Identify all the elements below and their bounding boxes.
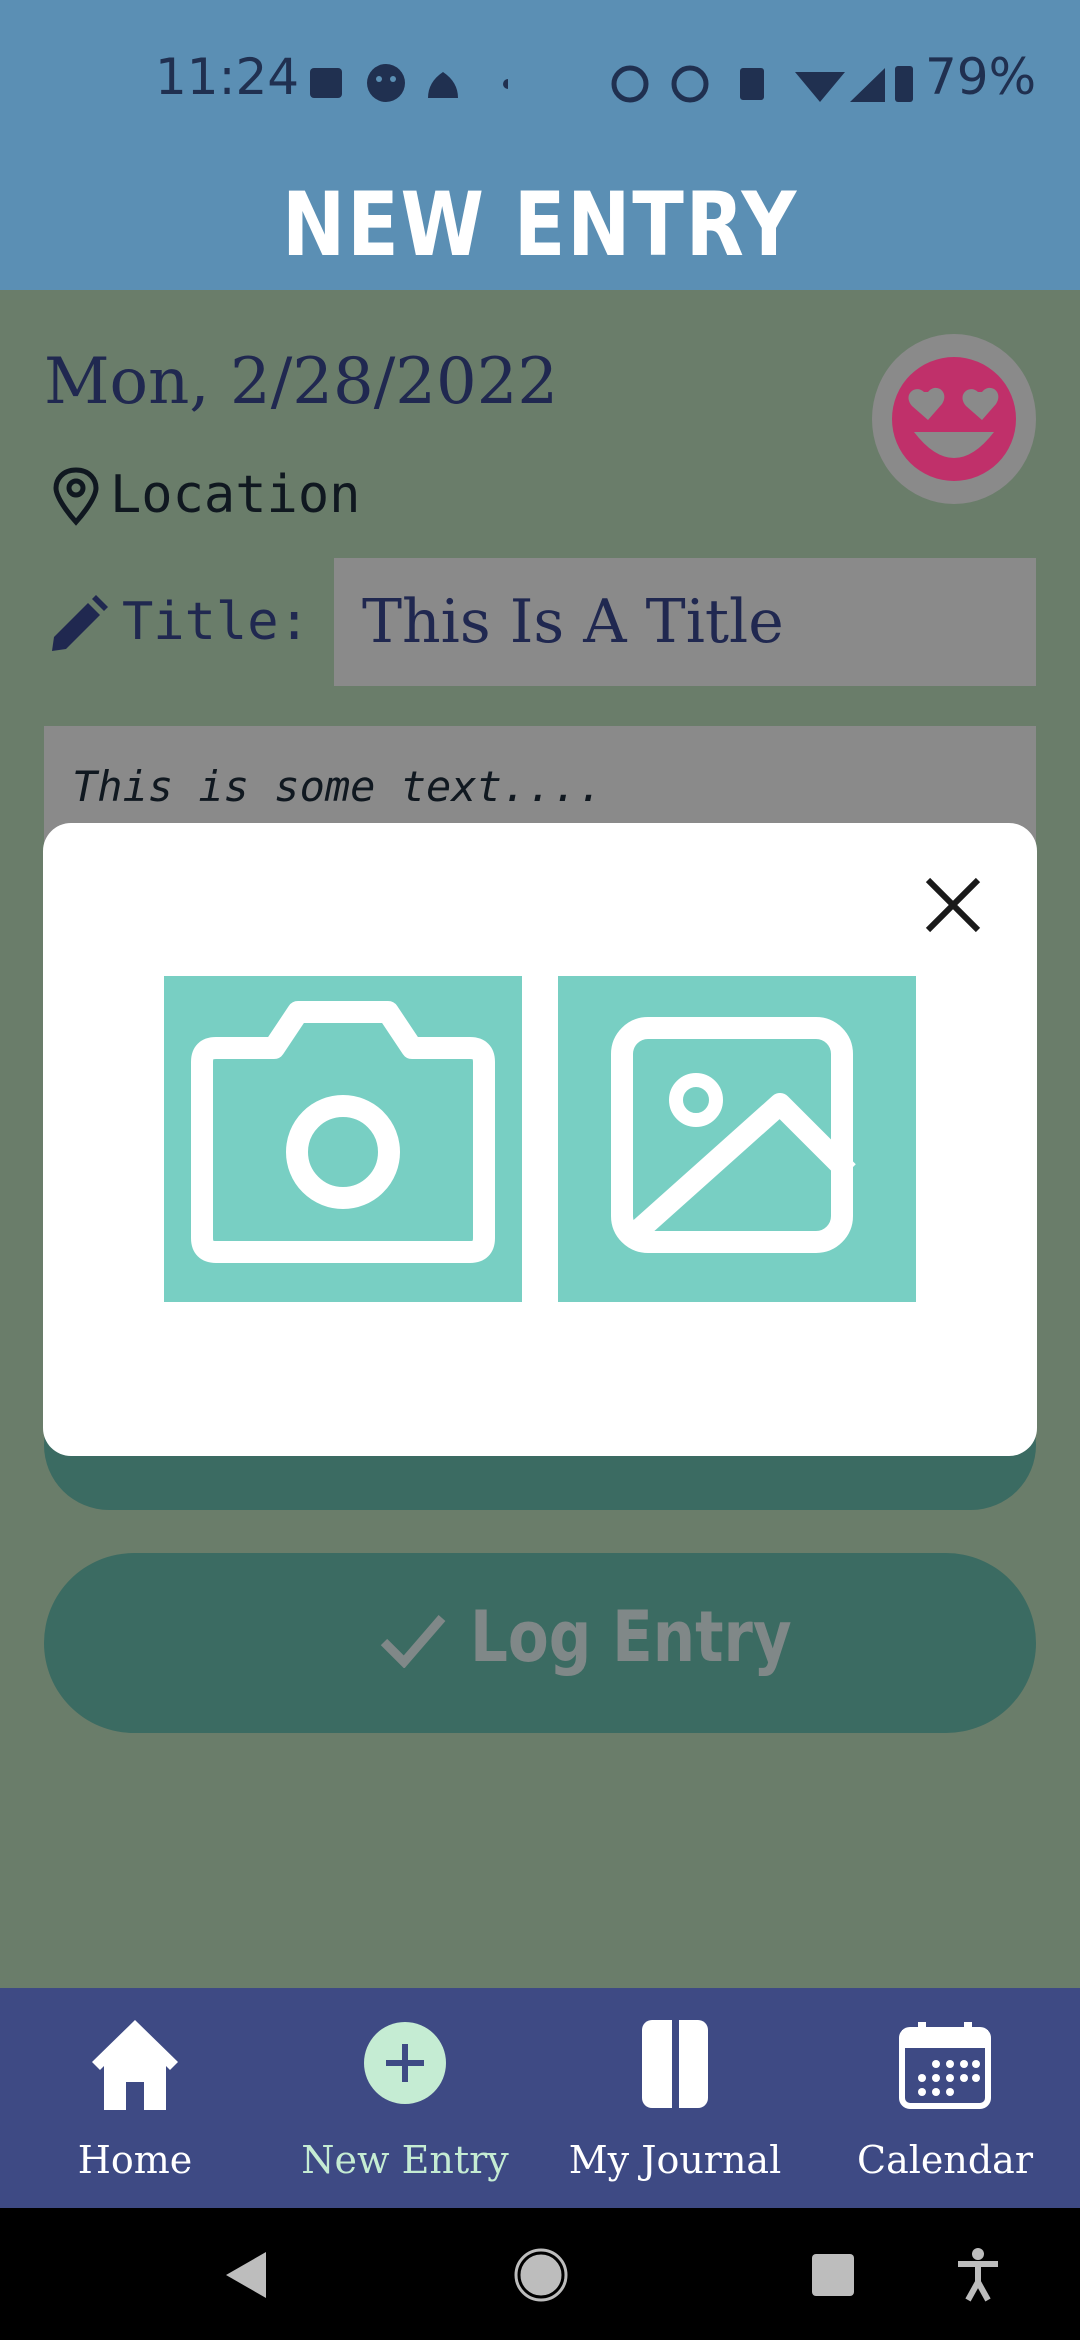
home-system-icon[interactable] [514,2248,568,2302]
page-title: NEW ENTRY [282,173,798,276]
camera-icon [191,1001,495,1263]
pencil-icon [52,595,108,651]
accessibility-icon[interactable] [954,2246,1002,2302]
plus-circle-icon [364,2022,446,2104]
home-icon [92,2020,178,2110]
nav-item-calendar[interactable]: Calendar [840,2010,1050,2200]
nav-label-calendar: Calendar [857,2138,1033,2182]
nav-item-my-journal[interactable]: My Journal [560,2010,790,2200]
title-input[interactable] [334,558,1036,686]
nav-label-my-journal: My Journal [568,2138,782,2182]
nav-item-home[interactable]: Home [40,2010,230,2200]
calendar-icon [899,2022,991,2109]
location-pin-icon [53,467,99,526]
log-entry-label: Log Entry [470,1596,792,1678]
status-icons-right [611,65,913,103]
journal-icon [642,2020,708,2108]
status-icons-left [310,64,508,102]
heart-eyes-icon [892,357,1016,481]
camera-button[interactable] [164,976,522,1302]
close-button[interactable] [918,870,988,940]
close-icon [925,877,981,933]
status-time: 11:24 [155,48,300,106]
status-battery: 79% [925,48,1037,106]
location-label[interactable]: Location [110,465,360,525]
recents-icon[interactable] [810,2252,856,2298]
back-icon[interactable] [222,2250,268,2300]
entry-date[interactable]: Mon, 2/28/2022 [44,345,558,419]
mood-button[interactable] [872,334,1036,504]
nav-label-home: Home [77,2138,193,2182]
gallery-button[interactable] [558,976,916,1302]
title-label: Title: [122,592,310,652]
image-icon [611,1017,856,1253]
checkmark-icon [380,1615,446,1668]
nav-label-new-entry: New Entry [301,2138,509,2182]
nav-item-new-entry[interactable]: New Entry [290,2010,520,2200]
